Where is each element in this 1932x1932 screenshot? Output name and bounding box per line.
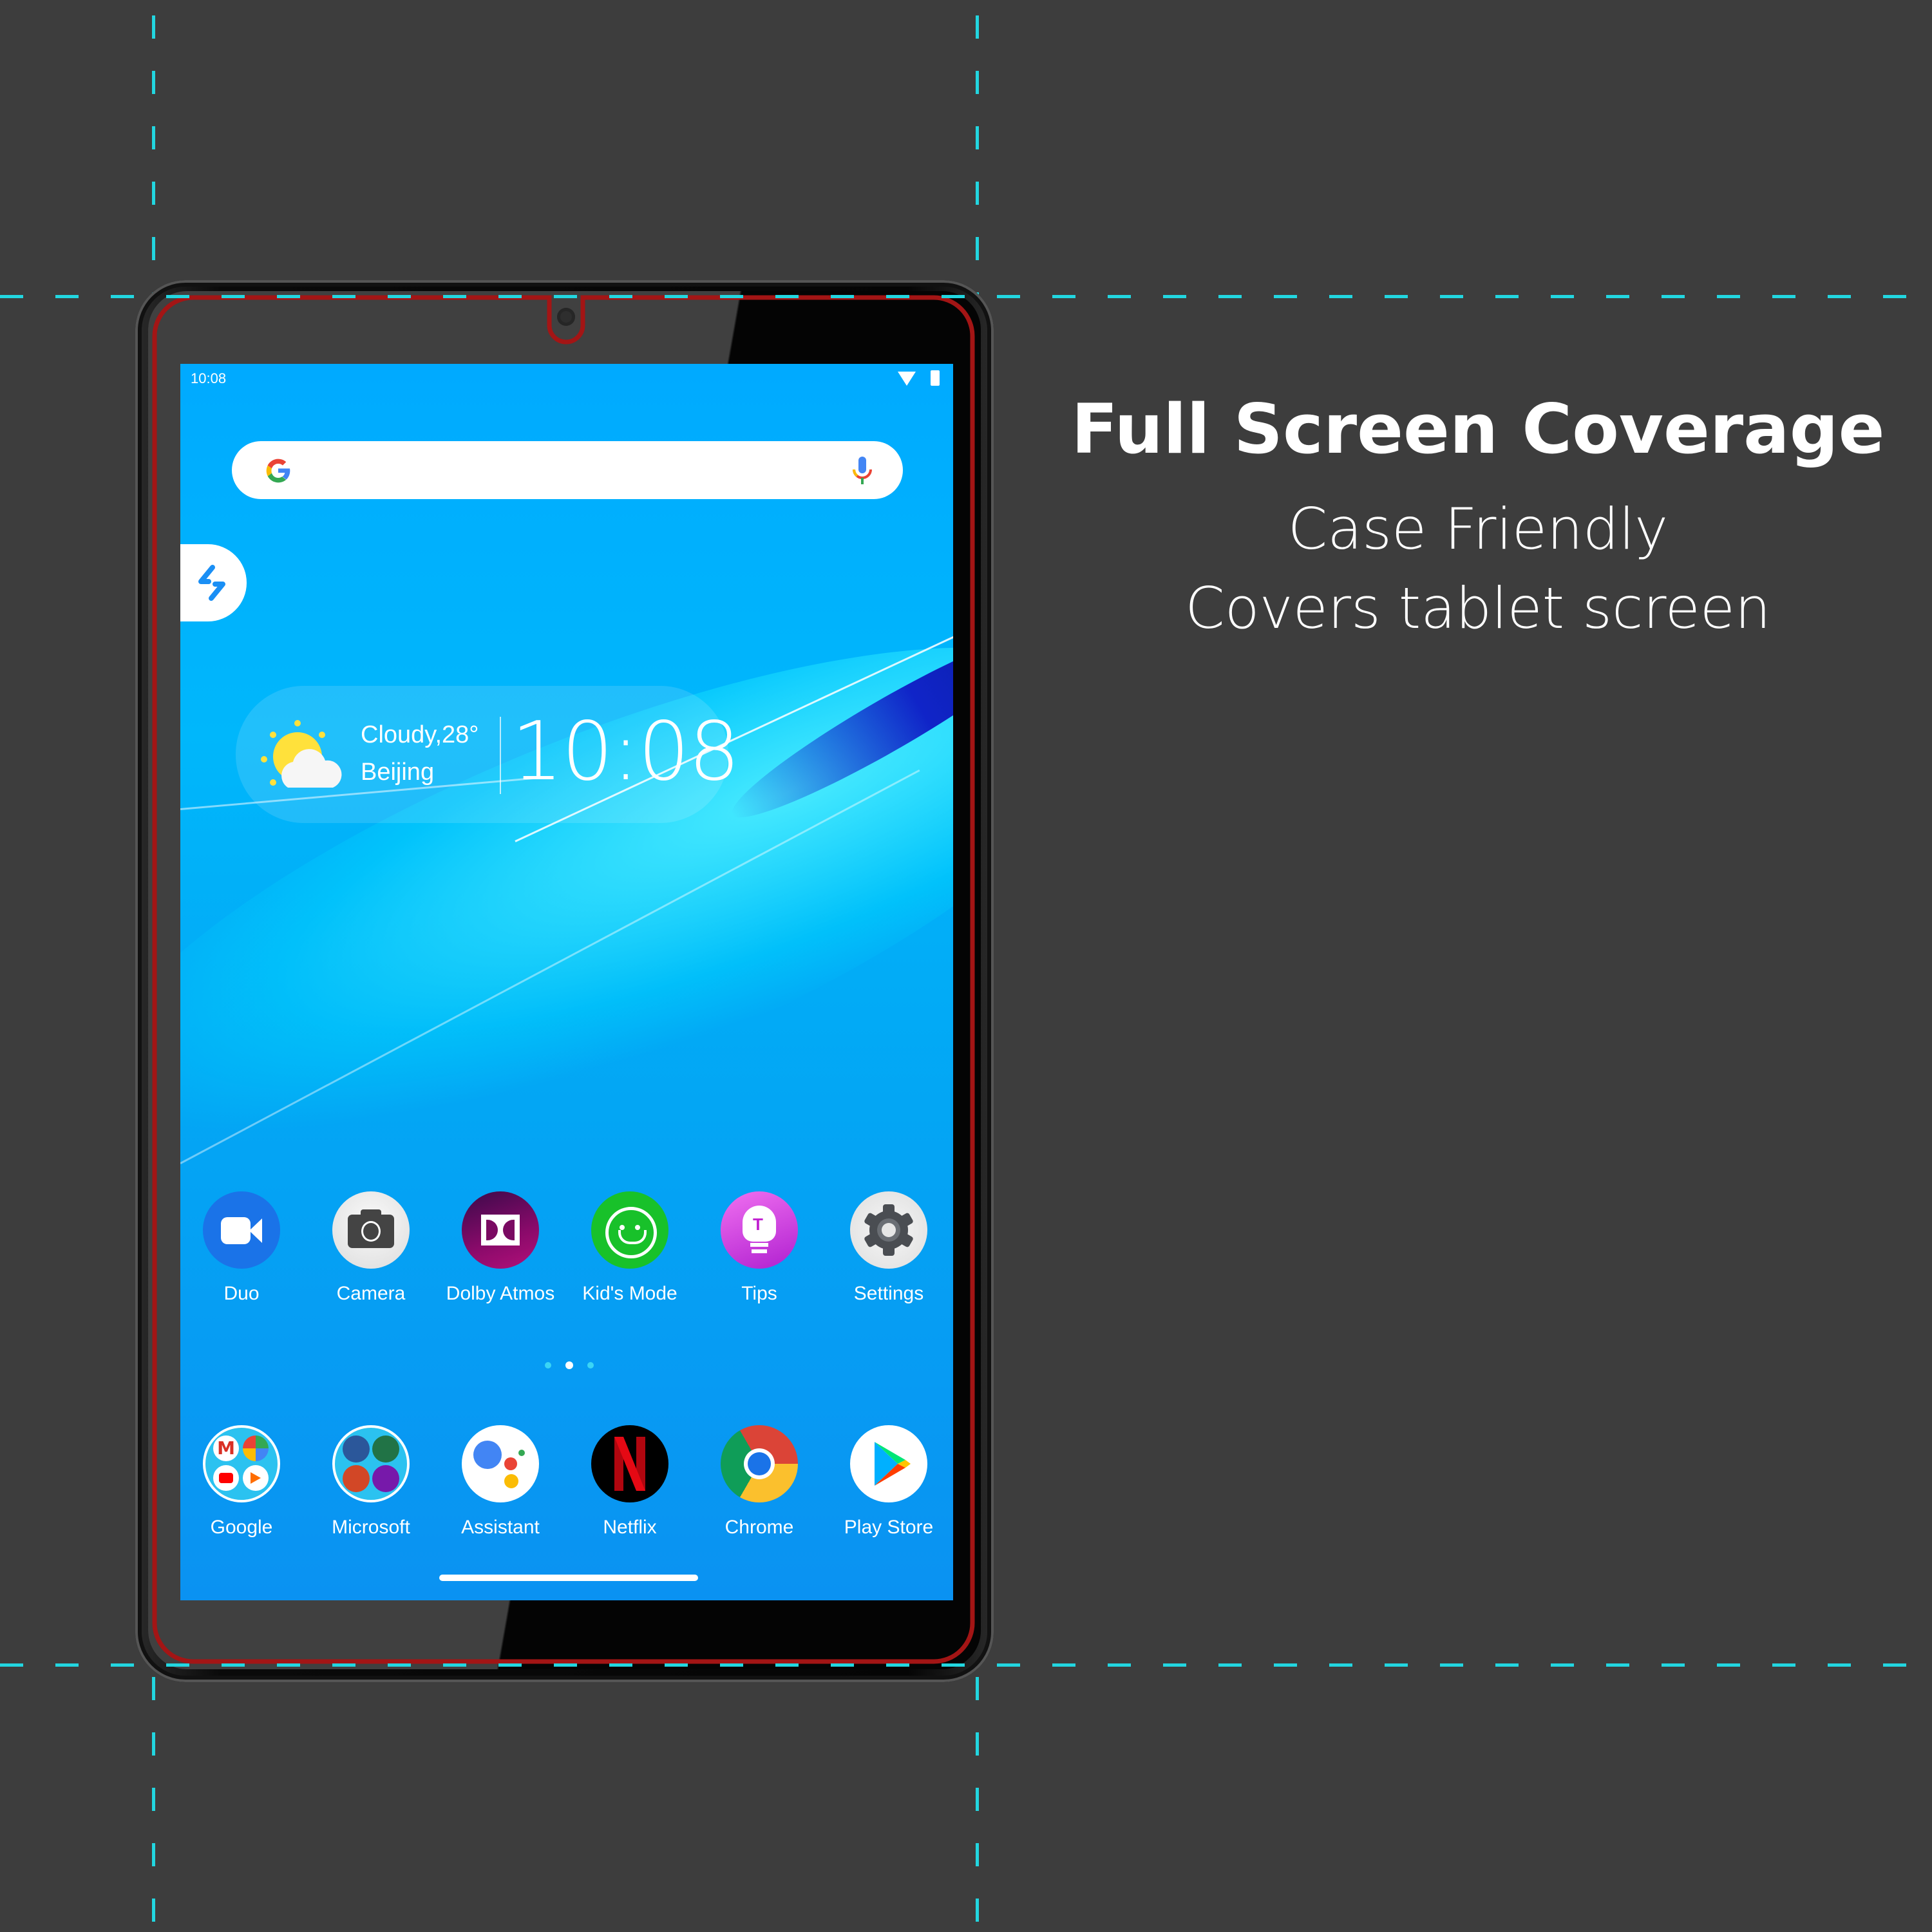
guide-line-top <box>0 295 1932 298</box>
feature-covers-screen: Covers tablet screen <box>1185 575 1771 641</box>
feature-case-friendly: Case Friendly <box>1287 496 1669 562</box>
screen-protector-outline <box>152 295 975 1664</box>
headline-title: Full Screen Coverage <box>1071 390 1885 469</box>
guide-line-bottom <box>0 1663 1932 1667</box>
